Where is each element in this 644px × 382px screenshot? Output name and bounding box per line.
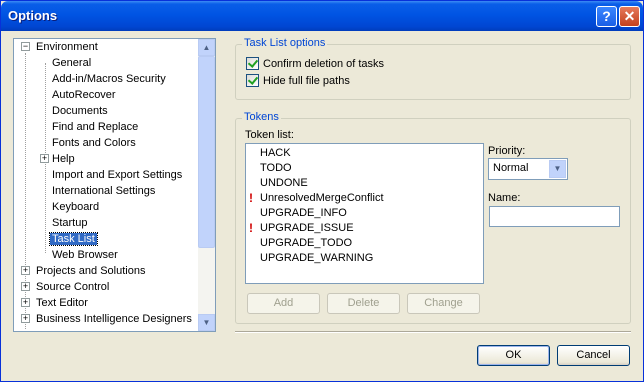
list-item[interactable]: UPGRADE_INFO [260,206,347,221]
tree-item-label: Task List [49,232,98,246]
tree-item-source-control[interactable]: + Source Control [18,279,111,295]
title-bar[interactable]: Options ? ✕ [1,1,643,31]
options-dialog: Options ? ✕ − Environment General Add-in… [0,0,644,382]
token-label: UPGRADE_ISSUE [260,222,354,234]
window-title: Options [8,8,58,23]
tree-item-label: Documents [52,105,108,117]
scroll-down-icon[interactable]: ▼ [198,314,215,331]
tree-item-label: Import and Export Settings [52,169,183,181]
task-list-options-group: Task List options Confirm deletion of ta… [235,37,631,100]
tree-item-label: Startup [52,217,88,229]
tree-item-web-browser[interactable]: Web Browser [50,247,120,263]
tree-item-startup[interactable]: Startup [50,215,89,231]
tree-item-keyboard[interactable]: Keyboard [50,199,101,215]
footer-separator [235,331,631,333]
name-label: Name: [488,192,521,204]
tree-item-fonts-and-colors[interactable]: Fonts and Colors [50,135,138,151]
tree-item-label: Help [52,153,75,165]
tree-item-find-and-replace[interactable]: Find and Replace [50,119,140,135]
tree-item-label: Text Editor [36,297,88,309]
add-button[interactable]: Add [247,293,320,314]
tree-item-help[interactable]: + Help [38,151,77,167]
warning-icon: ! [249,191,253,205]
tree-item-environment[interactable]: − Environment [18,39,100,55]
tree-item-label: Business Intelligence Designers [36,313,192,325]
tree-item-general[interactable]: General [50,55,93,71]
tree-item-import-export-settings[interactable]: Import and Export Settings [50,167,184,183]
tree-item-projects-and-solutions[interactable]: + Projects and Solutions [18,263,147,279]
priority-label: Priority: [488,145,526,157]
scroll-thumb[interactable] [198,56,215,248]
options-tree[interactable]: − Environment General Add-in/Macros Secu… [13,38,216,332]
ok-button[interactable]: OK [477,345,550,366]
tree-item-task-list[interactable]: Task List [49,231,98,247]
tree-item-label: Add-in/Macros Security [52,73,166,85]
tree-item-label: Fonts and Colors [52,137,136,149]
tree-item-documents[interactable]: Documents [50,103,110,119]
change-button[interactable]: Change [407,293,480,314]
priority-select[interactable]: Normal ▼ [488,158,568,180]
token-list-label: Token list: [245,129,294,141]
name-input[interactable] [489,206,620,227]
list-item[interactable]: UPGRADE_WARNING [260,251,373,266]
token-label: UPGRADE_WARNING [260,252,374,264]
list-item[interactable]: ! UPGRADE_ISSUE [249,221,354,236]
token-label: UPGRADE_INFO [260,207,347,219]
token-label: HACK [260,147,291,159]
tree-item-label: Source Control [36,281,110,293]
tree-item-text-editor[interactable]: + Text Editor [18,295,90,311]
list-item[interactable]: UPGRADE_TODO [260,236,352,251]
tree-scrollbar[interactable]: ▲ ▼ [198,39,215,331]
list-item[interactable]: UNDONE [260,176,308,191]
tree-item-label: Keyboard [52,201,100,213]
warning-icon: ! [249,221,253,235]
tree-item-label: General [52,57,92,69]
expand-icon[interactable]: + [40,154,49,163]
list-item[interactable]: TODO [260,161,292,176]
cancel-button[interactable]: Cancel [557,345,630,366]
scroll-up-icon[interactable]: ▲ [198,39,215,56]
expand-icon[interactable]: + [21,282,30,291]
token-label: TODO [260,162,292,174]
token-label: UPGRADE_TODO [260,237,353,249]
checkbox-checked-icon[interactable] [246,74,259,87]
collapse-icon[interactable]: − [21,42,30,51]
expand-icon[interactable]: + [21,298,30,307]
checkbox-label: Hide full file paths [263,75,350,87]
tree-item-international-settings[interactable]: International Settings [50,183,157,199]
tree-item-label: Web Browser [52,249,118,261]
list-item[interactable]: ! UnresolvedMergeConflict [249,191,384,206]
close-button[interactable]: ✕ [619,6,640,27]
group-title: Task List options [242,37,328,49]
expand-icon[interactable]: + [21,266,30,275]
tree-item-addin-macros-security[interactable]: Add-in/Macros Security [50,71,168,87]
tree-item-label: Find and Replace [52,121,139,133]
group-title: Tokens [242,111,281,123]
tree-item-label: AutoRecover [52,89,116,101]
delete-button[interactable]: Delete [327,293,400,314]
tree-item-label: International Settings [52,185,156,197]
expand-icon[interactable]: + [21,314,30,323]
checkbox-checked-icon[interactable] [246,57,259,70]
tree-item-label: Projects and Solutions [36,265,146,277]
token-label: UnresolvedMergeConflict [260,192,384,204]
token-listbox[interactable]: HACK TODO UNDONE ! UnresolvedMergeConfli… [245,143,484,284]
chevron-down-icon[interactable]: ▼ [549,160,566,178]
token-label: UNDONE [260,177,308,189]
tree-item-business-intelligence-designers[interactable]: + Business Intelligence Designers [18,311,194,327]
tree-item-autorecover[interactable]: AutoRecover [50,87,118,103]
help-button[interactable]: ? [596,6,617,27]
list-item[interactable]: HACK [260,146,291,161]
checkbox-label: Confirm deletion of tasks [263,58,385,70]
tree-item-label: Environment [36,41,98,53]
priority-value: Normal [493,162,529,174]
